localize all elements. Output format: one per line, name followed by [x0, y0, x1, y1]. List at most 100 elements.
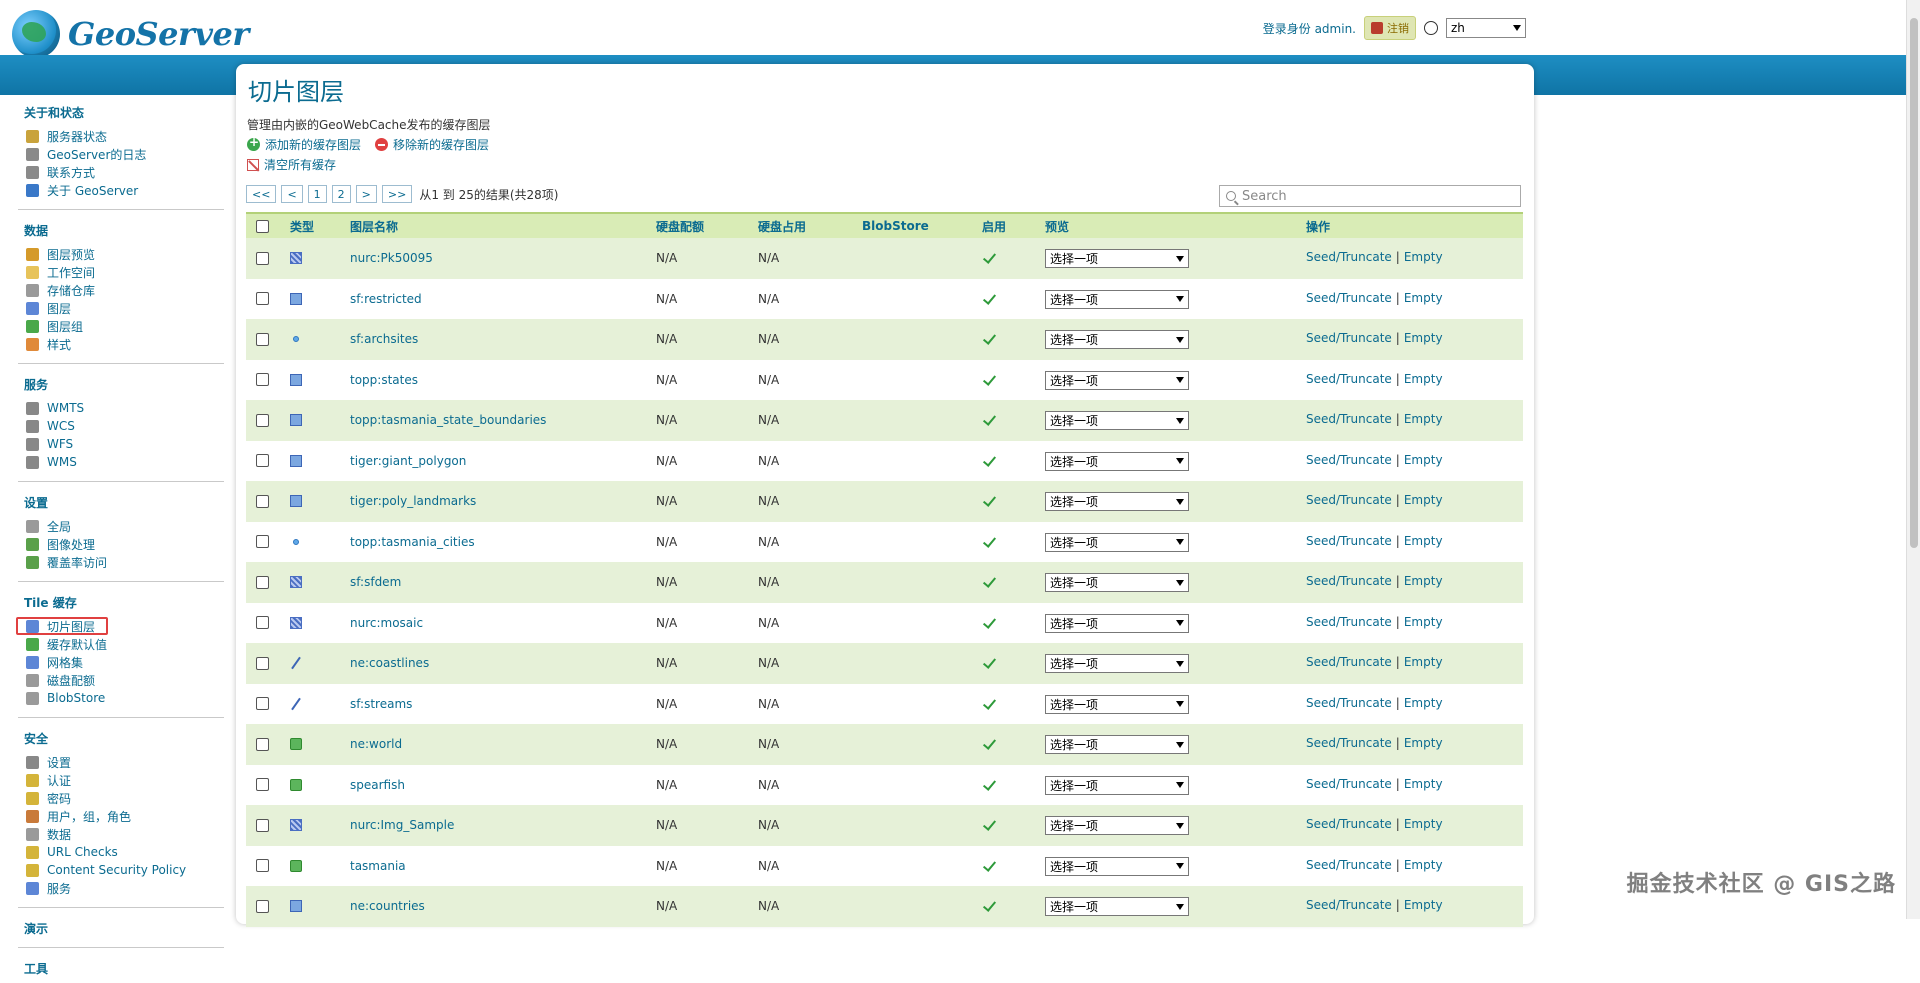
seed-truncate-link[interactable]: Seed/Truncate: [1306, 858, 1392, 872]
row-checkbox[interactable]: [256, 494, 269, 508]
row-checkbox[interactable]: [256, 697, 269, 711]
language-select[interactable]: zh: [1446, 18, 1526, 38]
seed-truncate-link[interactable]: Seed/Truncate: [1306, 817, 1392, 831]
layer-name-link[interactable]: topp:tasmania_cities: [350, 535, 475, 549]
preview-select[interactable]: 选择一项: [1045, 411, 1189, 431]
sidebar-item[interactable]: 图层预览: [18, 245, 224, 263]
preview-select[interactable]: 选择一项: [1045, 573, 1189, 593]
seed-truncate-link[interactable]: Seed/Truncate: [1306, 615, 1392, 629]
empty-cache-link[interactable]: Empty: [1404, 615, 1443, 629]
prev-page-button[interactable]: <: [281, 185, 303, 203]
layer-name-link[interactable]: sf:archsites: [350, 332, 418, 346]
empty-cache-link[interactable]: Empty: [1404, 655, 1443, 669]
last-page-button[interactable]: >>: [381, 185, 413, 203]
empty-cache-link[interactable]: Empty: [1404, 574, 1443, 588]
row-checkbox[interactable]: [256, 778, 269, 792]
remove-cached-layer-link[interactable]: 移除新的缓存图层: [375, 136, 489, 153]
seed-truncate-link[interactable]: Seed/Truncate: [1306, 655, 1392, 669]
row-checkbox[interactable]: [256, 616, 269, 630]
col-blobstore[interactable]: BlobStore: [862, 219, 929, 233]
seed-truncate-link[interactable]: Seed/Truncate: [1306, 331, 1392, 345]
layer-name-link[interactable]: nurc:mosaic: [350, 616, 423, 630]
row-checkbox[interactable]: [256, 575, 269, 589]
sidebar-item[interactable]: BlobStore: [18, 689, 224, 707]
col-disk-usage[interactable]: 硬盘占用: [758, 218, 806, 235]
seed-truncate-link[interactable]: Seed/Truncate: [1306, 412, 1392, 426]
geoserver-logo[interactable]: GeoServer: [12, 10, 249, 58]
row-checkbox[interactable]: [256, 292, 269, 306]
empty-cache-link[interactable]: Empty: [1404, 777, 1443, 791]
seed-truncate-link[interactable]: Seed/Truncate: [1306, 493, 1392, 507]
seed-truncate-link[interactable]: Seed/Truncate: [1306, 372, 1392, 386]
preview-select[interactable]: 选择一项: [1045, 289, 1189, 309]
sidebar-item[interactable]: 认证: [18, 771, 224, 789]
page-scrollbar[interactable]: [1906, 0, 1920, 919]
layer-name-link[interactable]: topp:tasmania_state_boundaries: [350, 413, 546, 427]
sidebar-item[interactable]: 存储仓库: [18, 281, 224, 299]
sidebar-item[interactable]: URL Checks: [18, 843, 224, 861]
sidebar-item[interactable]: 图层: [18, 299, 224, 317]
layer-name-link[interactable]: ne:coastlines: [350, 656, 429, 670]
page-1-button[interactable]: 1: [307, 185, 327, 203]
row-checkbox[interactable]: [256, 332, 269, 346]
seed-truncate-link[interactable]: Seed/Truncate: [1306, 534, 1392, 548]
sidebar-item[interactable]: WMTS: [18, 399, 224, 417]
row-checkbox[interactable]: [256, 454, 269, 468]
seed-truncate-link[interactable]: Seed/Truncate: [1306, 453, 1392, 467]
col-layer-name[interactable]: 图层名称: [350, 218, 398, 235]
sidebar-item[interactable]: 服务器状态: [18, 127, 224, 145]
preview-select[interactable]: 选择一项: [1045, 816, 1189, 836]
layer-name-link[interactable]: topp:states: [350, 373, 418, 387]
layer-name-link[interactable]: sf:streams: [350, 697, 412, 711]
seed-truncate-link[interactable]: Seed/Truncate: [1306, 898, 1392, 912]
clear-all-caches-link[interactable]: 清空所有缓存: [247, 156, 336, 173]
sidebar-item[interactable]: 设置: [18, 753, 224, 771]
logout-button[interactable]: 注销: [1364, 16, 1416, 40]
empty-cache-link[interactable]: Empty: [1404, 534, 1443, 548]
row-checkbox[interactable]: [256, 373, 269, 387]
empty-cache-link[interactable]: Empty: [1404, 453, 1443, 467]
sidebar-item[interactable]: WCS: [18, 417, 224, 435]
sidebar-item[interactable]: 关于 GeoServer: [18, 181, 224, 199]
sidebar-item[interactable]: 联系方式: [18, 163, 224, 181]
row-checkbox[interactable]: [256, 251, 269, 265]
sidebar-item[interactable]: GeoServer的日志: [18, 145, 224, 163]
empty-cache-link[interactable]: Empty: [1404, 412, 1443, 426]
search-input[interactable]: Search: [1219, 185, 1521, 207]
preview-select[interactable]: 选择一项: [1045, 451, 1189, 471]
row-checkbox[interactable]: [256, 899, 269, 913]
preview-select[interactable]: 选择一项: [1045, 856, 1189, 876]
empty-cache-link[interactable]: Empty: [1404, 696, 1443, 710]
sidebar-item[interactable]: WMS: [18, 453, 224, 471]
preview-select[interactable]: 选择一项: [1045, 330, 1189, 350]
first-page-button[interactable]: <<: [246, 185, 277, 203]
layer-name-link[interactable]: nurc:Pk50095: [350, 251, 433, 265]
sidebar-item[interactable]: 用户，组，角色: [18, 807, 224, 825]
layer-name-link[interactable]: nurc:Img_Sample: [350, 818, 454, 832]
sidebar-item[interactable]: 工作空间: [18, 263, 224, 281]
preview-select[interactable]: 选择一项: [1045, 694, 1189, 714]
empty-cache-link[interactable]: Empty: [1404, 291, 1443, 305]
empty-cache-link[interactable]: Empty: [1404, 493, 1443, 507]
empty-cache-link[interactable]: Empty: [1404, 817, 1443, 831]
sidebar-item[interactable]: 全局: [18, 517, 224, 535]
sidebar-item[interactable]: 服务: [18, 879, 224, 897]
sidebar-item[interactable]: 样式: [18, 335, 224, 353]
row-checkbox[interactable]: [256, 535, 269, 549]
sidebar-item[interactable]: 缓存默认值: [18, 635, 224, 653]
layer-name-link[interactable]: spearfish: [350, 778, 405, 792]
seed-truncate-link[interactable]: Seed/Truncate: [1306, 736, 1392, 750]
layer-name-link[interactable]: sf:restricted: [350, 292, 422, 306]
preview-select[interactable]: 选择一项: [1045, 775, 1189, 795]
select-all-checkbox[interactable]: [256, 219, 269, 233]
sidebar-item[interactable]: 密码: [18, 789, 224, 807]
preview-select[interactable]: 选择一项: [1045, 532, 1189, 552]
preview-select[interactable]: 选择一项: [1045, 654, 1189, 674]
row-checkbox[interactable]: [256, 413, 269, 427]
col-disk-quota[interactable]: 硬盘配额: [656, 218, 704, 235]
preview-select[interactable]: 选择一项: [1045, 613, 1189, 633]
next-page-button[interactable]: >: [355, 185, 377, 203]
empty-cache-link[interactable]: Empty: [1404, 898, 1443, 912]
sidebar-item[interactable]: 图像处理: [18, 535, 224, 553]
scrollbar-thumb[interactable]: [1910, 18, 1918, 548]
